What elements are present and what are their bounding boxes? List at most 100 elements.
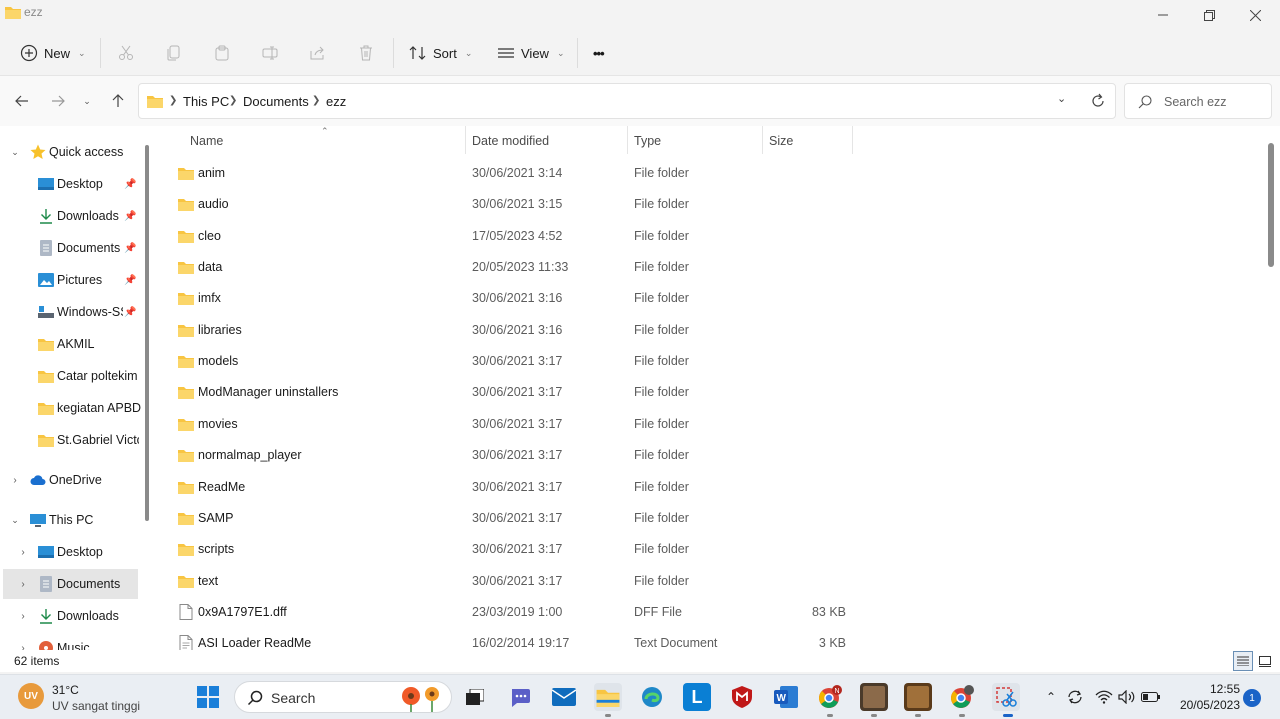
word-button[interactable]: W xyxy=(772,683,800,711)
minimize-button[interactable] xyxy=(1140,0,1186,30)
file-explorer-button[interactable] xyxy=(594,683,622,711)
volume-button[interactable] xyxy=(1117,687,1137,707)
paste-button[interactable] xyxy=(211,42,233,64)
view-button[interactable]: View ⌄ xyxy=(497,38,565,68)
file-row[interactable]: movies 30/06/2021 3:17 File folder xyxy=(155,409,1255,440)
temperature[interactable]: 31°C xyxy=(52,683,79,697)
file-row[interactable]: libraries 30/06/2021 3:16 File folder xyxy=(155,315,1255,346)
sidebar-item-desktop[interactable]: › Desktop xyxy=(0,537,150,567)
column-header-date[interactable]: Date modified xyxy=(466,126,626,156)
chevron-down-icon[interactable]: ⌄ xyxy=(9,515,21,526)
column-header-size[interactable]: Size xyxy=(763,126,853,156)
file-date: 30/06/2021 3:17 xyxy=(472,385,563,400)
chevron-right-icon[interactable]: › xyxy=(9,475,21,486)
chevron-right-icon[interactable]: › xyxy=(17,579,29,590)
battery-button[interactable] xyxy=(1141,687,1161,707)
share-button[interactable] xyxy=(307,42,329,64)
task-view-button[interactable] xyxy=(461,683,489,711)
sidebar-item-pictures-pinned[interactable]: Pictures 📌 xyxy=(0,265,150,295)
file-row[interactable]: data 20/05/2023 11:33 File folder xyxy=(155,252,1255,283)
edge-button[interactable] xyxy=(638,683,666,711)
file-row[interactable]: scripts 30/06/2021 3:17 File folder xyxy=(155,534,1255,565)
sidebar-item-music[interactable]: › Music xyxy=(0,633,150,650)
file-row[interactable]: imfx 30/06/2021 3:16 File folder xyxy=(155,283,1255,314)
file-row[interactable]: models 30/06/2021 3:17 File folder xyxy=(155,346,1255,377)
sidebar-item-st-gabriel[interactable]: St.Gabriel Victor xyxy=(0,425,150,455)
recent-locations-button[interactable]: ⌄ xyxy=(76,90,98,112)
column-divider[interactable] xyxy=(852,126,853,154)
game-app-1-button[interactable] xyxy=(860,683,888,711)
show-hidden-icons-button[interactable]: ⌃ xyxy=(1041,687,1061,707)
details-view-button[interactable] xyxy=(1233,651,1253,671)
file-row[interactable]: text 30/06/2021 3:17 File folder xyxy=(155,566,1255,597)
address-bar[interactable]: ❯ This PC ❯ Documents ❯ ezz ⌄ xyxy=(138,83,1116,119)
sidebar-item-quick-access[interactable]: ⌄ Quick access xyxy=(0,137,150,167)
sidebar-item-akmil[interactable]: AKMIL xyxy=(0,329,150,359)
file-type: File folder xyxy=(634,322,689,337)
sidebar-item-kegiatan-apbd[interactable]: kegiatan APBD xyxy=(0,393,150,423)
large-icons-view-button[interactable] xyxy=(1255,651,1275,671)
sidebar-item-documents-pinned[interactable]: Documents 📌 xyxy=(0,233,150,263)
file-list-scrollbar[interactable] xyxy=(1268,143,1274,267)
sidebar-item-catar-poltekim[interactable]: Catar poltekim xyxy=(0,361,150,391)
chrome-profile-n-button[interactable]: N xyxy=(816,683,844,711)
game-app-2-button[interactable] xyxy=(904,683,932,711)
sort-button[interactable]: Sort ⌄ xyxy=(409,38,472,68)
snipping-tool-button[interactable] xyxy=(992,683,1020,711)
chrome-profile-button[interactable] xyxy=(948,683,976,711)
file-row[interactable]: ReadMe 30/06/2021 3:17 File folder xyxy=(155,472,1255,503)
file-row[interactable]: 0x9A1797E1.dff 23/03/2019 1:00 DFF File 83 … xyxy=(155,597,1255,628)
file-row[interactable]: ModManager uninstallers 30/06/2021 3:17 Fi… xyxy=(155,377,1255,408)
sync-tray-button[interactable] xyxy=(1065,687,1085,707)
address-dropdown-button[interactable]: ⌄ xyxy=(1057,92,1066,105)
file-row[interactable]: anim 30/06/2021 3:14 File folder xyxy=(155,158,1255,189)
copy-button[interactable] xyxy=(163,42,185,64)
mcafee-button[interactable] xyxy=(728,683,756,711)
notification-badge[interactable]: 1 xyxy=(1243,689,1261,707)
weather-icon[interactable]: UV xyxy=(18,683,44,709)
sidebar-item-windows-ss[interactable]: Windows-SS 📌 xyxy=(0,297,150,327)
up-button[interactable] xyxy=(107,90,129,112)
breadcrumb-ezz[interactable]: ezz xyxy=(326,94,346,109)
rename-button[interactable] xyxy=(259,42,281,64)
chevron-right-icon[interactable]: › xyxy=(17,611,29,622)
sidebar-item-downloads-pinned[interactable]: Downloads 📌 xyxy=(0,201,150,231)
sidebar-item-documents[interactable]: › Documents xyxy=(3,569,138,599)
sidebar-item-this-pc[interactable]: ⌄ This PC xyxy=(0,505,150,535)
column-header-type[interactable]: Type xyxy=(628,126,762,156)
column-header-name[interactable]: Name xyxy=(185,126,465,156)
sidebar-item-desktop-pinned[interactable]: Desktop 📌 xyxy=(0,169,150,199)
sidebar-scrollbar[interactable] xyxy=(145,145,149,521)
taskbar-search[interactable]: Search xyxy=(234,681,452,713)
clock[interactable]: 12:55 20/05/2023 xyxy=(1170,681,1240,713)
mail-button[interactable] xyxy=(550,683,578,711)
refresh-icon[interactable] xyxy=(1090,93,1106,109)
download-icon xyxy=(40,609,52,624)
file-row[interactable]: audio 30/06/2021 3:15 File folder xyxy=(155,189,1255,220)
close-button[interactable] xyxy=(1232,0,1278,30)
restore-button[interactable] xyxy=(1186,0,1232,30)
teams-chat-button[interactable] xyxy=(506,683,534,711)
windows-start-icon[interactable] xyxy=(197,686,219,708)
back-button[interactable] xyxy=(11,90,33,112)
file-row[interactable]: normalmap_player 30/06/2021 3:17 File fold… xyxy=(155,440,1255,471)
sidebar-item-downloads[interactable]: › Downloads xyxy=(0,601,150,631)
file-row[interactable]: cleo 17/05/2023 4:52 File folder xyxy=(155,221,1255,252)
chevron-right-icon[interactable]: › xyxy=(17,643,29,651)
wifi-button[interactable] xyxy=(1094,687,1114,707)
chevron-right-icon[interactable]: › xyxy=(17,547,29,558)
delete-button[interactable] xyxy=(355,42,377,64)
breadcrumb-this-pc[interactable]: This PC xyxy=(183,94,229,109)
file-row[interactable]: SAMP 30/06/2021 3:17 File folder xyxy=(155,503,1255,534)
forward-button[interactable] xyxy=(47,90,69,112)
app-l-button[interactable]: L xyxy=(683,683,711,711)
search-input[interactable]: Search ezz xyxy=(1124,83,1272,119)
breadcrumb-documents[interactable]: Documents xyxy=(243,94,309,109)
chevron-down-icon[interactable]: ⌄ xyxy=(9,147,21,158)
more-options-button[interactable]: ••• xyxy=(593,38,605,68)
sidebar-item-onedrive[interactable]: › OneDrive xyxy=(0,465,150,495)
search-icon xyxy=(247,690,263,706)
weather-description[interactable]: UV sangat tinggi xyxy=(52,699,140,713)
cut-button[interactable] xyxy=(115,42,137,64)
new-button[interactable]: New ⌄ xyxy=(20,38,86,68)
